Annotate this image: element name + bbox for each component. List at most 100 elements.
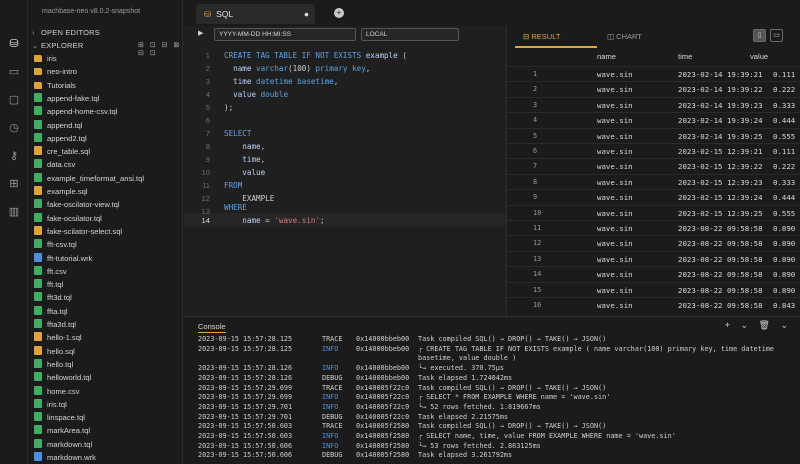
column-header-value[interactable]: value [750,52,768,61]
table-row[interactable]: 10 wave.sin 2023-02-15 12:39:25 0.555 [507,204,800,220]
split-vertical-icon[interactable]: ▯ [753,29,766,42]
file-item[interactable]: linspace.tql [34,411,182,424]
file-item[interactable]: hello-1.sql [34,331,182,344]
cell-name: wave.sin [597,208,633,218]
open-editors-section[interactable]: › OPEN EDITORS [32,28,100,37]
row-number: 15 [533,285,542,294]
file-item[interactable]: cre_table.sql [34,145,182,158]
file-item[interactable]: helloworld.tql [34,371,182,384]
file-item[interactable]: iris.tql [34,398,182,411]
file-item[interactable]: fake-oscilator-view.tql [34,198,182,211]
file-item[interactable]: markdown.wrk [34,451,182,464]
table-row[interactable]: 8 wave.sin 2023-02-15 12:39:23 0.333 [507,173,800,189]
table-row[interactable]: 2 wave.sin 2023-02-14 19:39:22 0.222 [507,81,800,96]
table-row[interactable]: 5 wave.sin 2023-02-14 19:39:25 0.555 [507,127,800,143]
monitor-icon[interactable]: ▢ [6,92,22,108]
file-item[interactable]: markdown.tql [34,438,182,451]
line-number: 5 [205,103,210,112]
key-icon[interactable]: ⚷ [6,148,22,164]
line-number: 6 [205,116,210,125]
table-row[interactable]: 1 wave.sin 2023-02-14 19:39:21 0.111 [507,66,800,81]
tab-result[interactable]: ⊟ RESULT [523,32,560,41]
editor-toolbar: ▶ YYYY-MM-DD HH:MI:SS LOCAL [184,26,506,42]
table-row[interactable]: 9 wave.sin 2023-02-15 12:39:24 0.444 [507,189,800,204]
file-item[interactable]: neo-intro [34,65,182,78]
column-header-name[interactable]: name [597,52,616,61]
timer-icon[interactable]: ◷ [6,120,22,136]
code-line: name, [242,142,266,151]
file-label: Tutorials [47,80,76,90]
file-item[interactable]: append-fake.tql [34,92,182,105]
close-dot-icon[interactable]: ● [304,4,309,24]
log-task-id: 0x140005f2580 [356,451,410,460]
library-icon[interactable]: ▥ [6,204,22,220]
extensions-icon[interactable]: ⊞ [6,176,22,192]
file-item[interactable]: ffta3d.tql [34,318,182,331]
table-row[interactable]: 6 wave.sin 2023-02-15 12:39:21 0.111 [507,143,800,158]
file-item[interactable]: fft-tutorial.wrk [34,252,182,265]
terminal-icon[interactable]: ▭ [6,64,22,80]
file-item[interactable]: fft-csv.tql [34,238,182,251]
file-item[interactable]: hello.tql [34,358,182,371]
column-header-time[interactable]: time [678,52,692,61]
file-item[interactable]: fft.csv [34,265,182,278]
table-row[interactable]: 14 wave.sin 2023-08-22 09:58:58 0.890 [507,266,800,281]
file-item[interactable]: append.tql [34,119,182,132]
database-icon[interactable]: ⛁ [6,36,22,52]
tab-chart[interactable]: ◫ CHART [607,32,642,41]
log-timestamp: 2023-09-15 15:57:50.606 [198,451,293,460]
file-item[interactable]: home.csv [34,385,182,398]
explorer-section[interactable]: ⌄ EXPLORER [32,41,83,50]
log-level: TRACE [322,383,343,392]
file-item[interactable]: fft.tql [34,278,182,291]
file-item[interactable]: append2.tql [34,132,182,145]
file-label: hello.tql [47,359,74,369]
file-icon [34,319,42,328]
row-number: 16 [533,301,542,309]
file-item[interactable]: example.sql [34,185,182,198]
file-item[interactable]: data.csv [34,158,182,171]
console-toolbar[interactable]: + ⌄ 🗑 ⌄ [725,320,792,331]
file-item[interactable]: hello.sql [34,345,182,358]
cell-value: 0.333 [773,177,796,187]
file-item[interactable]: ffta.tql [34,305,182,318]
table-row[interactable]: 3 wave.sin 2023-02-14 19:39:23 0.333 [507,96,800,112]
log-task-id: 0x14000bbeb00 [356,344,410,353]
file-item[interactable]: example_timeformat_ansi.tql [34,172,182,185]
row-number: 2 [533,85,538,94]
table-row[interactable]: 12 wave.sin 2023-08-22 09:58:58 0.890 [507,235,800,250]
run-button[interactable]: ▶ [198,29,203,37]
log-level: TRACE [322,335,343,343]
time-format-input[interactable]: YYYY-MM-DD HH:MI:SS [214,28,356,41]
file-item[interactable]: markArea.tql [34,424,182,437]
table-row[interactable]: 4 wave.sin 2023-02-14 19:39:24 0.444 [507,112,800,127]
file-item[interactable]: iris [34,52,182,65]
file-item[interactable]: Tutorials [34,79,182,92]
timezone-input[interactable]: LOCAL [361,28,459,41]
console-tab[interactable]: Console [198,322,226,333]
table-row[interactable]: 13 wave.sin 2023-08-22 09:58:58 0.890 [507,250,800,266]
table-row[interactable]: 11 wave.sin 2023-08-22 09:58:58 0.890 [507,220,800,235]
cell-time: 2023-08-22 09:58:58 [678,270,763,280]
file-item[interactable]: fft3d.tql [34,291,182,304]
code-editor[interactable]: 1 2 3 4 5 6 7 8 9 10 11 12 13 14 CREATE … [184,48,506,288]
log-timestamp: 2023-09-15 15:57:29.701 [198,402,293,411]
log-line: 2023-09-15 15:57:29.699 INFO 0x140005f22c0… [198,393,798,403]
row-number: 3 [533,100,538,109]
table-row[interactable]: 7 wave.sin 2023-02-15 12:39:22 0.222 [507,158,800,173]
cell-time: 2023-08-22 09:58:58 [678,239,763,249]
log-task-id: 0x14000bbeb00 [356,373,410,382]
file-item[interactable]: append-home-csv.tql [34,105,182,118]
add-tab-button[interactable]: + [334,8,344,18]
table-row[interactable]: 16 wave.sin 2023-08-22 09:58:58 0.843 [507,297,800,312]
row-number: 10 [533,208,542,217]
file-icon [34,212,42,222]
file-label: home.csv [47,386,80,396]
table-row[interactable]: 15 wave.sin 2023-08-22 09:58:58 0.890 [507,281,800,297]
cell-name: wave.sin [597,270,633,280]
log-line: 2023-09-15 15:57:29.701 DEBUG 0x140005f22c… [198,413,798,423]
tab-sql[interactable]: ⛁ SQL ● [196,4,315,24]
file-item[interactable]: fake-scilator-select.sql [34,225,182,238]
split-horizontal-icon[interactable]: ▭ [770,29,783,42]
file-item[interactable]: fake-ocsilator.tql [34,212,182,225]
